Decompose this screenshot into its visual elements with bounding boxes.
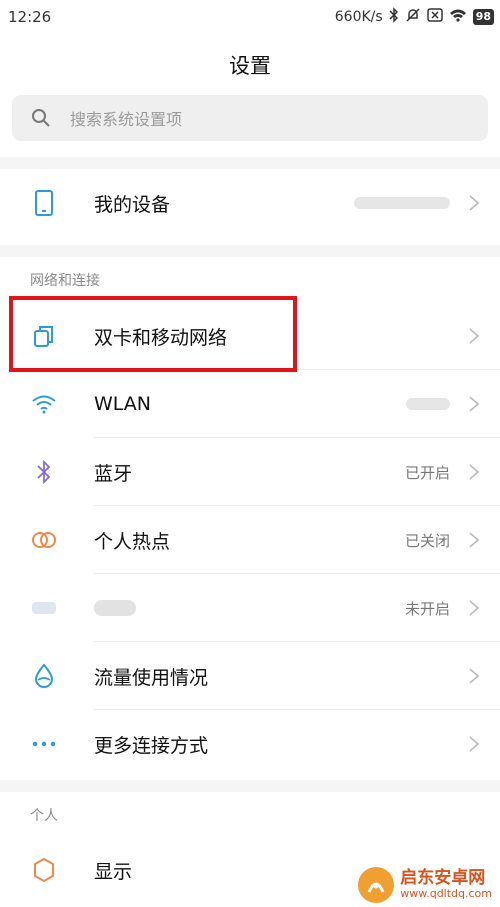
chevron-right-icon: [468, 735, 480, 753]
divider: [0, 157, 500, 169]
status-bar: 12:26 660K/s 98: [0, 0, 500, 34]
hotspot-label: 个人热点: [94, 530, 171, 553]
wlan-network-value: [406, 398, 450, 410]
data-usage-row[interactable]: 流量使用情况: [0, 642, 500, 710]
hotspot-row[interactable]: 个人热点 已关闭: [0, 506, 500, 574]
vpn-row[interactable]: 未开启: [0, 574, 500, 642]
vpn-status: 未开启: [404, 599, 450, 618]
bluetooth-status: 已开启: [404, 463, 450, 482]
watermark-name: 启东安卓网: [400, 868, 486, 889]
hotspot-status: 已关闭: [404, 531, 450, 550]
bluetooth-label: 蓝牙: [94, 462, 133, 485]
divider: [0, 245, 500, 257]
divider: [0, 780, 500, 792]
chevron-right-icon: [468, 327, 480, 345]
wlan-row[interactable]: WLAN: [0, 370, 500, 438]
more-dots-icon: [30, 730, 58, 758]
chevron-right-icon: [468, 599, 480, 617]
page-title: 设置: [229, 54, 271, 78]
data-usage-label: 流量使用情况: [94, 666, 209, 689]
bluetooth-row[interactable]: 蓝牙 已开启: [0, 438, 500, 506]
mute-icon: [405, 7, 421, 27]
no-sim-icon: [426, 8, 443, 26]
display-label: 显示: [94, 860, 133, 883]
network-speed: 660K/s: [334, 9, 383, 25]
bluetooth-status-icon: [389, 7, 399, 27]
chevron-right-icon: [468, 194, 480, 212]
section-header-network: 网络和连接: [30, 273, 100, 289]
battery-icon: 98: [472, 9, 494, 25]
highlight-box: [9, 296, 297, 372]
wifi-icon: [30, 390, 58, 418]
my-device-label: 我的设备: [94, 193, 171, 216]
vpn-icon: [30, 594, 58, 622]
status-time: 12:26: [8, 8, 52, 26]
more-connections-row[interactable]: 更多连接方式: [0, 710, 500, 778]
hotspot-icon: [30, 526, 58, 554]
wlan-label: WLAN: [94, 393, 152, 415]
chevron-right-icon: [468, 531, 480, 549]
search-placeholder: 搜索系统设置项: [70, 110, 183, 129]
search-icon: [30, 107, 52, 129]
search-bar[interactable]: 搜索系统设置项: [12, 95, 488, 141]
phone-icon: [30, 189, 58, 217]
chevron-right-icon: [468, 395, 480, 413]
water-drop-icon: [30, 662, 58, 690]
my-device-row[interactable]: 我的设备: [0, 169, 500, 237]
vpn-label: [94, 600, 136, 616]
chevron-right-icon: [468, 667, 480, 685]
chevron-right-icon: [468, 463, 480, 481]
wifi-status-icon: [449, 8, 467, 26]
sun-icon: [30, 856, 58, 884]
device-version-value: [354, 197, 450, 209]
watermark-url: www.qdltdq.com: [400, 887, 492, 901]
section-header-personal: 个人: [30, 808, 58, 824]
watermark: 启东安卓网 www.qdltdq.com: [358, 867, 492, 903]
status-icons: 660K/s 98: [335, 7, 494, 27]
more-connections-label: 更多连接方式: [94, 734, 209, 757]
watermark-logo-icon: [358, 867, 395, 903]
bluetooth-icon: [30, 458, 58, 486]
